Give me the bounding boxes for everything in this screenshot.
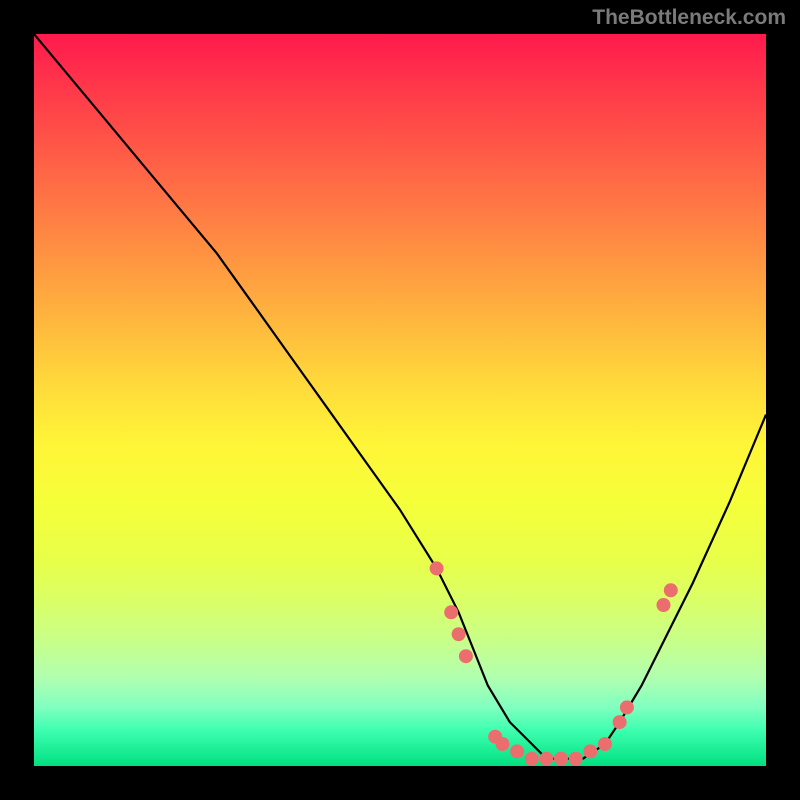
data-marker [452,627,466,641]
data-markers [430,561,678,765]
data-marker [510,744,524,758]
data-marker [430,561,444,575]
data-marker [620,700,634,714]
watermark-text: TheBottleneck.com [592,6,786,30]
bottleneck-curve [34,34,766,759]
data-marker [444,605,458,619]
data-marker [539,752,553,766]
chart-svg [34,34,766,766]
data-marker [657,598,671,612]
data-marker [525,752,539,766]
data-marker [496,737,510,751]
chart-container: TheBottleneck.com [0,0,800,800]
data-marker [613,715,627,729]
data-marker [598,737,612,751]
data-marker [664,583,678,597]
curve-path [34,34,766,759]
data-marker [459,649,473,663]
data-marker [583,744,597,758]
data-marker [569,752,583,766]
data-marker [554,752,568,766]
